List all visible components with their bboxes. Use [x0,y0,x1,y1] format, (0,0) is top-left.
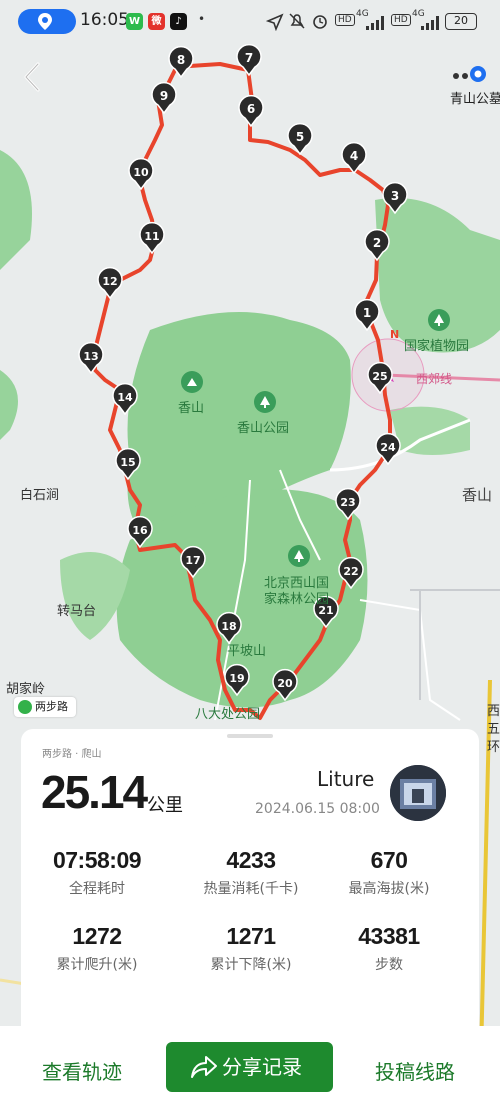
tiktok-icon: ♪ [170,13,187,30]
status-bar: 16:05 W 微 ♪ • HD 4G HD 4G 20 [0,0,500,44]
dot-icon: • [198,12,206,26]
status-time: 16:05 [80,10,129,30]
hd-badge: HD [335,14,355,26]
share-record-label: 分享记录 [222,1055,302,1079]
map-label-edge-2: 五 [487,722,500,737]
map-label-edge-3: 环 [487,740,500,755]
waypoint-label: 8 [177,53,185,67]
map-label-qingshan: 青山公墓 [450,92,500,107]
battery-icon: 20 [445,13,477,30]
stat-descent: 1271 累计下降(米) [210,923,292,973]
submit-route-button[interactable]: 投稿线路 [375,1056,455,1085]
map-label-xiangshan-park: 香山公园 [237,421,290,436]
distance-unit: 公里 [147,795,183,816]
waypoint-label: 14 [117,391,133,404]
share-record-button[interactable]: 分享记录 [166,1042,333,1092]
tree-icon [428,309,450,331]
signal-icon-2 [421,16,439,30]
waypoint-label: 19 [229,672,244,685]
waypoint-label: 25 [372,370,387,383]
waypoint-label: 17 [185,554,200,567]
waypoint-label: 9 [160,89,168,103]
map-label-xiangshan: 香山 [178,401,205,416]
waypoint-label: 16 [132,524,148,537]
distance-value: 25.14 [41,766,148,818]
waypoint-label: 7 [245,51,253,65]
tree-icon [288,545,310,567]
waypoint-label: 1 [363,306,371,320]
mute-bell-icon [289,13,305,29]
activity-category: 两步路 · 爬山 [42,749,102,760]
alarm-icon [313,15,327,29]
map-label-xijiao: 西郊线 [416,372,453,386]
share-arrow-icon [191,1056,217,1078]
waypoint-label: 15 [120,456,135,469]
view-track-button[interactable]: 查看轨迹 [42,1056,122,1085]
map-label-edge-1: 西 [487,704,500,719]
map-provider-logo: 两步路 [14,697,76,717]
waypoint-label: 23 [340,496,355,509]
tree-icon [254,391,276,413]
map-label-zhuanmatai: 转马台 [57,604,97,619]
stat-max-altitude: 670 最高海拔(米) [348,847,430,897]
map-label-badachu: 八大处公园 [195,707,261,722]
waypoint-label: 24 [380,441,396,454]
bottom-action-bar: 查看轨迹 分享记录 投稿线路 [0,1026,500,1097]
waypoint-label: 10 [133,166,149,179]
tree-icon [181,371,203,393]
map-label-hujialing: 胡家岭 [6,682,46,697]
back-arrow-icon[interactable] [20,60,46,94]
drag-handle[interactable] [227,734,273,738]
stat-ascent: 1272 累计爬升(米) [56,923,138,973]
activity-summary-card: 两步路 · 爬山 25.14 公里 Liture 2024.06.15 08:0… [21,729,479,1026]
map-label-botanical: 国家植物园 [404,339,470,354]
navigation-icon [266,13,284,31]
waypoint-label: 3 [391,189,399,203]
waypoint-label: 4 [350,149,358,163]
activity-date: 2024.06.15 08:00 [255,801,380,817]
wechat-icon: W [126,13,143,30]
waypoint-label: 13 [83,350,98,363]
stat-calories: 4233 热量消耗(千卡) [203,847,299,897]
waypoint-label: 20 [277,677,293,690]
hd-badge-2: HD [391,14,411,26]
signal-icon [366,16,384,30]
map-label-forest-2: 家森林公园 [264,592,330,607]
map-logo-icon [18,700,32,714]
waypoint-label: 11 [144,230,159,243]
map-label-baishijian: 白石涧 [20,488,60,503]
avatar[interactable] [390,765,446,821]
waypoint-label: 5 [296,130,304,144]
map-label-xiangshan-right: 香山 [462,486,493,504]
waypoint-label: 18 [221,620,236,633]
share-dots-icon[interactable] [452,64,492,84]
map-label-pingposhan: 平坡山 [227,644,267,659]
waypoint-label: 22 [343,565,358,578]
waypoint-label: 2 [373,236,381,250]
waypoint-label: 6 [247,102,255,116]
waypoint-label: 12 [102,275,117,288]
username: Liture [317,767,375,791]
svg-text:N: N [390,328,399,341]
stat-steps: 43381 步数 [358,923,420,973]
stat-duration: 07:58:09 全程耗时 [52,847,142,897]
location-indicator [18,9,76,34]
weibo-icon: 微 [148,13,165,30]
park-area [390,406,470,455]
